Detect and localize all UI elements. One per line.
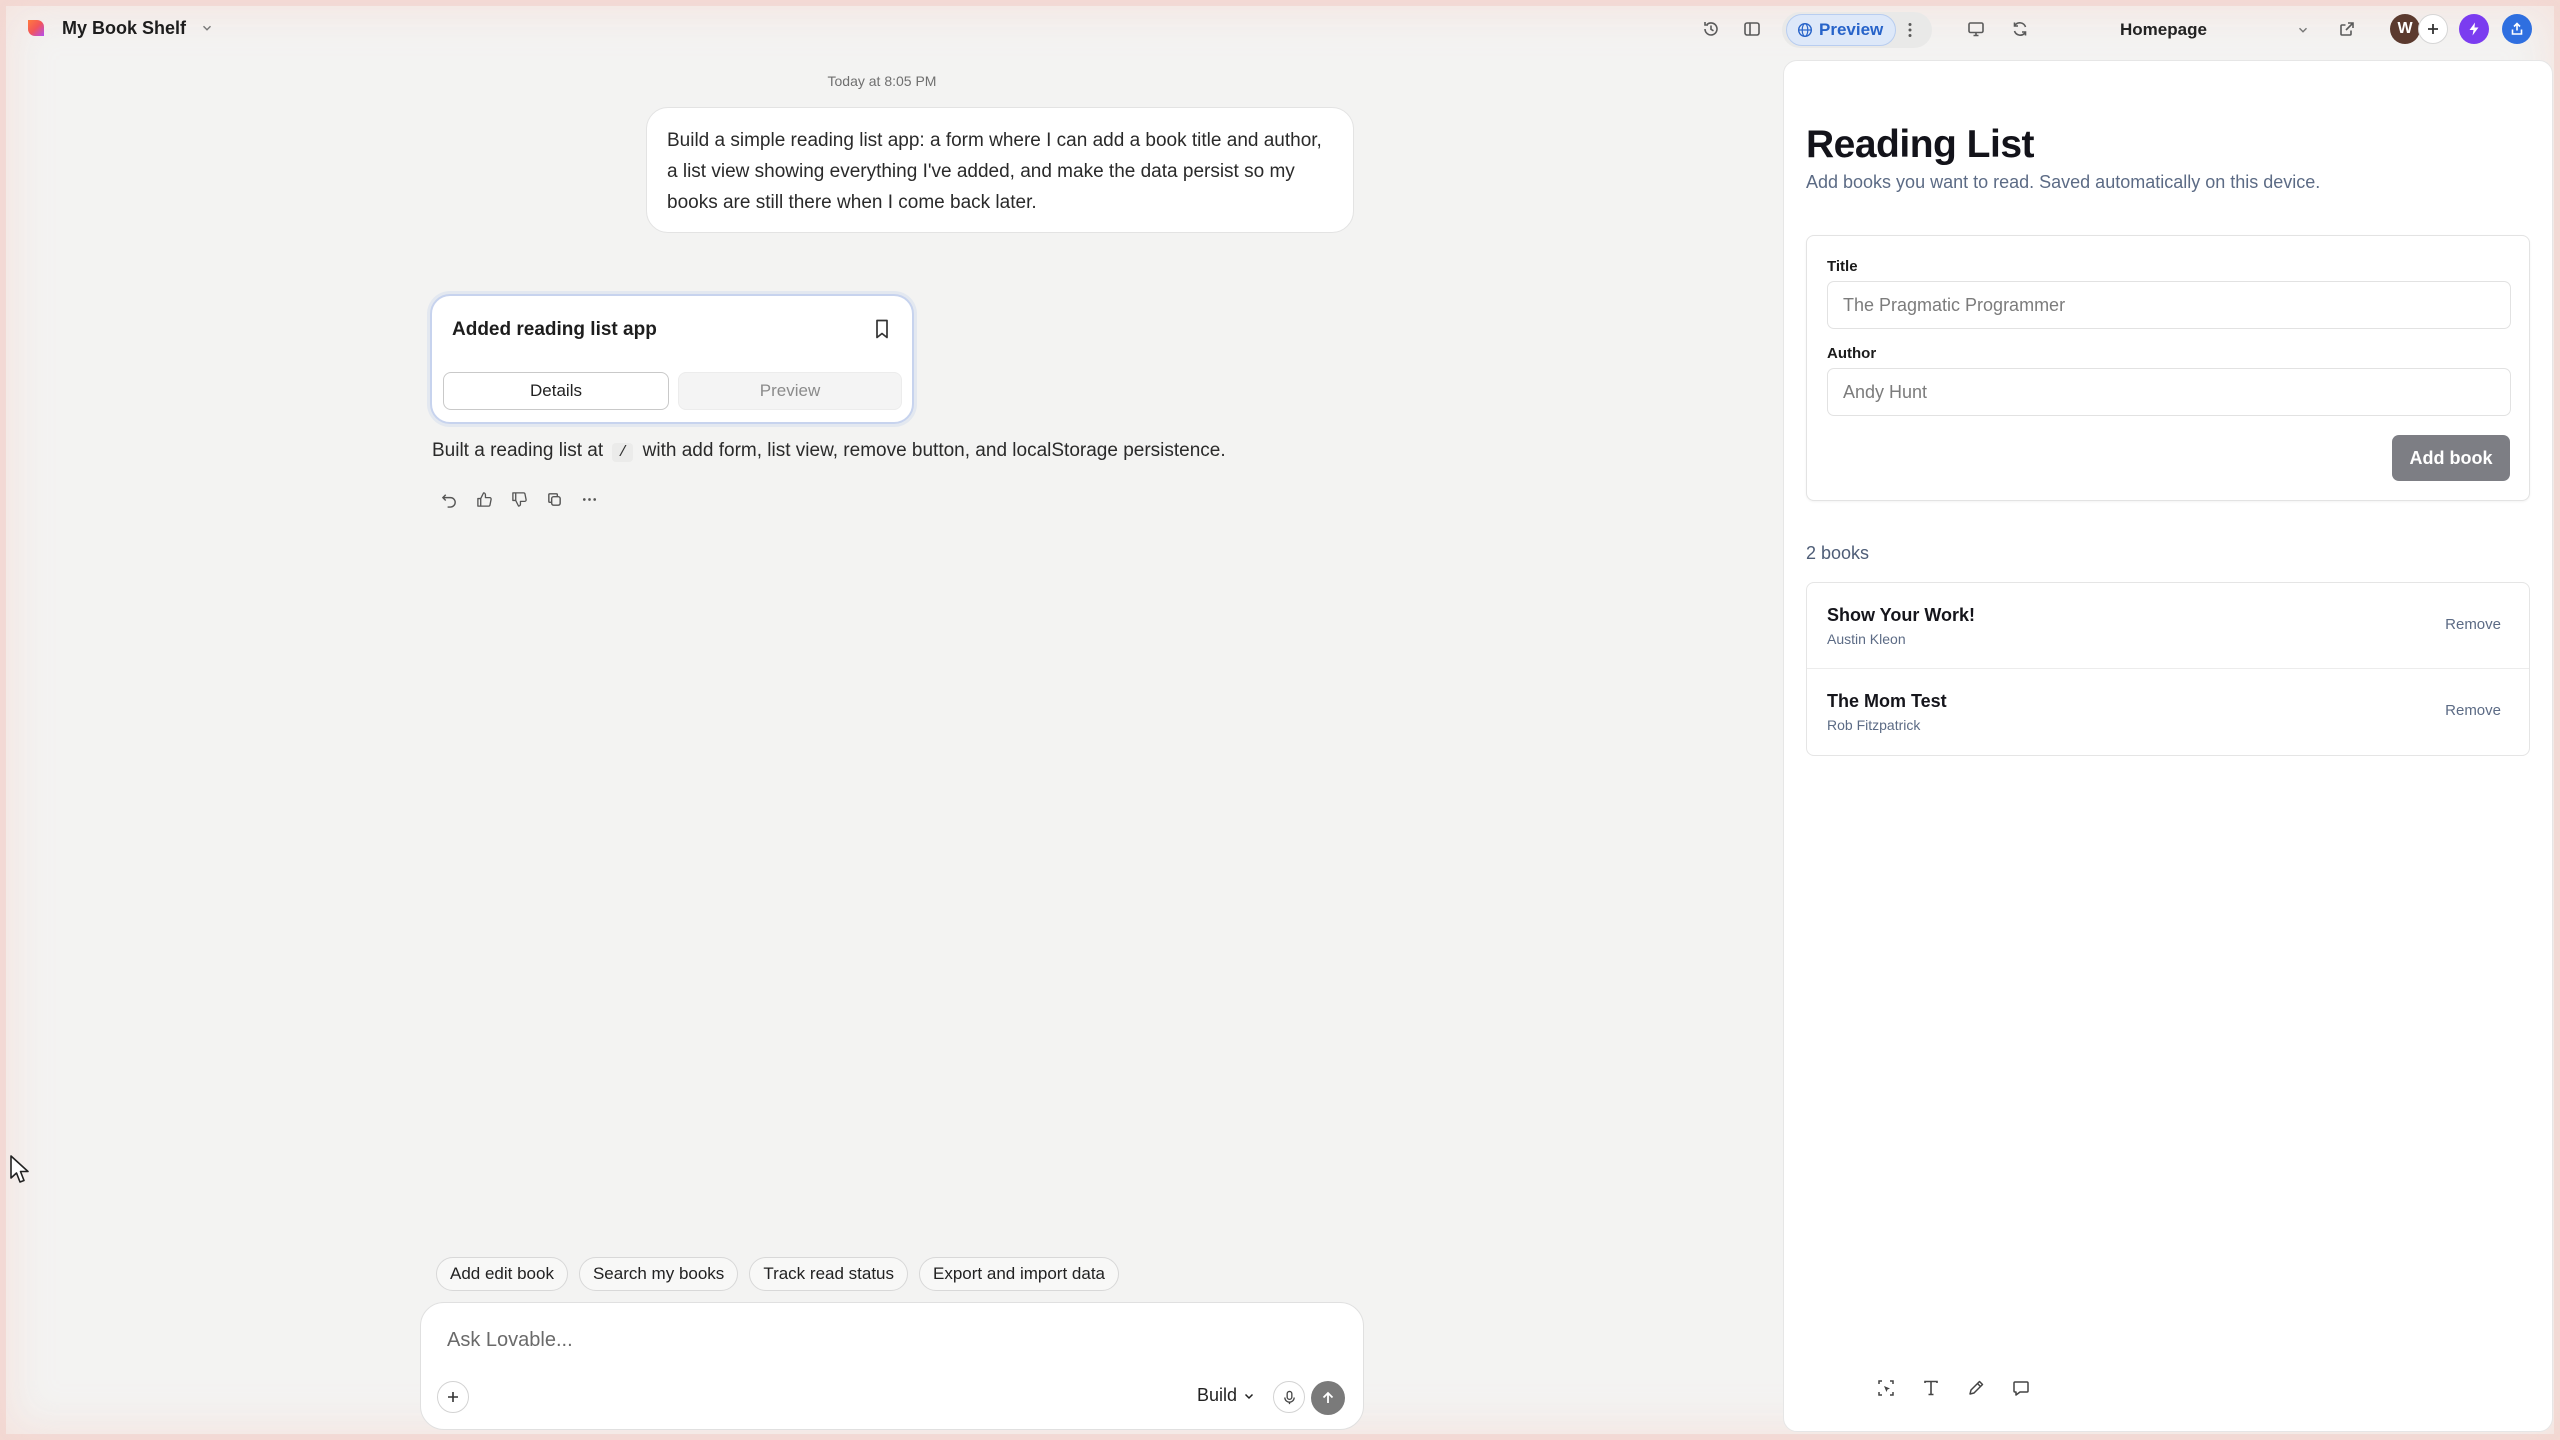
- summary-text-start: Built a reading list at: [432, 440, 604, 461]
- plus-icon: [448, 1392, 458, 1402]
- route-selector[interactable]: Homepage: [2050, 14, 2320, 46]
- suggestion-chips: Add edit book Search my books Track read…: [436, 1257, 1119, 1291]
- title-label: Title: [1827, 258, 1858, 275]
- thumbs-up-button[interactable]: [473, 488, 495, 510]
- device-toggle-button[interactable]: [1960, 13, 1992, 45]
- project-name: My Book Shelf: [62, 17, 187, 38]
- draw-icon: [1969, 1380, 1984, 1395]
- open-new-tab-button[interactable]: [2331, 13, 2363, 45]
- book-count: 2 books: [1806, 543, 1870, 563]
- add-book-form: Title Author Add book: [1806, 235, 2530, 501]
- monitor-icon: [1968, 22, 1984, 37]
- external-link-icon: [2340, 22, 2354, 36]
- chevron-down-icon: [1245, 1393, 1254, 1399]
- arrow-up-icon: [1322, 1391, 1334, 1403]
- suggestion-chip[interactable]: Track read status: [749, 1257, 909, 1291]
- more-vertical-icon: [1908, 23, 1912, 37]
- details-tab[interactable]: Details: [443, 372, 669, 410]
- invite-button[interactable]: [2418, 14, 2448, 44]
- chevron-down-icon: [2299, 27, 2307, 33]
- thumbs-down-button[interactable]: [508, 488, 530, 510]
- book-title: Show Your Work!: [1827, 605, 1976, 625]
- undo-icon: [441, 493, 456, 508]
- microphone-icon: [1283, 1390, 1295, 1404]
- top-bar: My Book Shelf Preview Homepage W: [0, 0, 2560, 58]
- add-book-button[interactable]: Add book: [2392, 435, 2510, 481]
- project-switcher[interactable]: My Book Shelf: [24, 16, 214, 40]
- draw-button[interactable]: [1963, 1375, 1989, 1401]
- comment-button[interactable]: [2008, 1375, 2034, 1401]
- suggestion-chip[interactable]: Add edit book: [436, 1257, 568, 1291]
- action-card-title: Added reading list app: [452, 319, 657, 340]
- text-edit-icon: [1924, 1380, 1938, 1396]
- refresh-icon: [2013, 22, 2027, 36]
- book-title: The Mom Test: [1827, 691, 1947, 711]
- select-element-button[interactable]: [1873, 1375, 1899, 1401]
- message-actions: [438, 488, 600, 510]
- summary-text-end: with add form, list view, remove button,…: [642, 440, 1226, 461]
- toggle-sidebar-button[interactable]: [1736, 13, 1768, 45]
- send-button[interactable]: [1311, 1381, 1345, 1415]
- copy-icon: [547, 492, 561, 506]
- user-message: Build a simple reading list app: a form …: [646, 107, 1354, 233]
- chat-composer: Build: [420, 1302, 1364, 1430]
- author-input[interactable]: [1827, 368, 2511, 416]
- refresh-button[interactable]: [2004, 13, 2036, 45]
- lightning-icon: [2469, 22, 2479, 36]
- message-timestamp: Today at 8:05 PM: [827, 73, 937, 89]
- globe-icon: [1797, 22, 1813, 38]
- history-button[interactable]: [1695, 13, 1727, 45]
- chevron-down-icon: [203, 25, 212, 31]
- thumbs-up-icon: [476, 491, 492, 507]
- book-list: Show Your Work! Austin Kleon Remove The …: [1806, 582, 2530, 756]
- route-label: Homepage: [2120, 20, 2207, 39]
- author-label: Author: [1827, 345, 1877, 362]
- book-author: Austin Kleon: [1827, 631, 1906, 647]
- reading-list-title: Reading List: [1806, 123, 2035, 166]
- preview-tab[interactable]: Preview: [678, 372, 902, 410]
- mouse-cursor-icon: [10, 1155, 29, 1183]
- assistant-summary: Built a reading list at / with add form,…: [432, 440, 1226, 462]
- chat-input[interactable]: [447, 1325, 1247, 1355]
- sidebar-icon: [1744, 22, 1760, 36]
- more-icon: [582, 497, 596, 501]
- more-button[interactable]: [578, 488, 600, 510]
- mode-selector[interactable]: Build: [1197, 1385, 1255, 1406]
- attach-button[interactable]: [437, 1381, 469, 1413]
- list-item: The Mom Test Rob Fitzpatrick Remove: [1807, 669, 2529, 755]
- suggestion-chip[interactable]: Export and import data: [919, 1257, 1119, 1291]
- preview-mode-label: Preview: [1819, 20, 1884, 39]
- visual-edit-toolbar: [1873, 1375, 2034, 1401]
- app-preview-panel: Reading List Add books you want to read.…: [1783, 60, 2553, 1432]
- bookmark-icon[interactable]: [872, 318, 892, 340]
- reading-list-subtitle: Add books you want to read. Saved automa…: [1806, 172, 2321, 192]
- voice-input-button[interactable]: [1273, 1381, 1305, 1413]
- preview-more-button[interactable]: [1895, 14, 1925, 46]
- mode-label: Build: [1197, 1385, 1238, 1405]
- copy-button[interactable]: [543, 488, 565, 510]
- thumbs-down-icon: [511, 491, 527, 507]
- preview-mode-button[interactable]: Preview: [1786, 14, 1897, 46]
- share-icon: [2511, 22, 2523, 35]
- route-code: /: [612, 443, 634, 462]
- list-item: Show Your Work! Austin Kleon Remove: [1807, 583, 2529, 669]
- select-element-icon: [1878, 1380, 1894, 1396]
- upgrade-button[interactable]: [2459, 14, 2489, 44]
- text-edit-button[interactable]: [1918, 1375, 1944, 1401]
- plus-icon: [2428, 24, 2438, 34]
- assistant-action-card[interactable]: Added reading list app Details Preview: [430, 294, 914, 424]
- title-input[interactable]: [1827, 281, 2511, 329]
- undo-button[interactable]: [438, 488, 460, 510]
- book-author: Rob Fitzpatrick: [1827, 717, 1921, 733]
- comment-icon: [2013, 1381, 2029, 1396]
- remove-button[interactable]: Remove: [2445, 616, 2501, 633]
- lovable-logo-icon: [28, 20, 44, 36]
- suggestion-chip[interactable]: Search my books: [578, 1257, 739, 1291]
- user-avatar[interactable]: W: [2390, 14, 2420, 44]
- history-icon: [1704, 22, 1718, 36]
- publish-button[interactable]: [2502, 14, 2532, 44]
- remove-button[interactable]: Remove: [2445, 702, 2501, 719]
